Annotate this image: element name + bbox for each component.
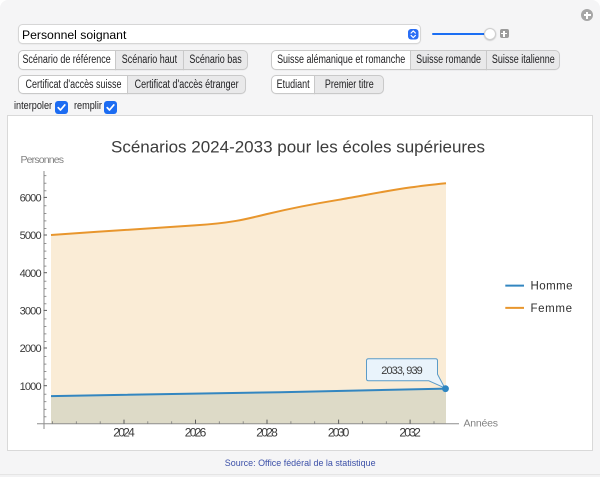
svg-text:5000: 5000 <box>20 230 42 242</box>
svg-text:2033, 939: 2033, 939 <box>381 365 423 377</box>
svg-text:4000: 4000 <box>20 268 42 280</box>
svg-text:2026: 2026 <box>185 426 207 440</box>
svg-text:6000: 6000 <box>20 192 42 204</box>
svg-text:Années: Années <box>464 418 499 430</box>
svg-text:2000: 2000 <box>20 343 42 355</box>
svg-text:2032: 2032 <box>399 426 421 440</box>
svg-text:2030: 2030 <box>328 426 350 440</box>
svg-text:2028: 2028 <box>256 426 278 440</box>
svg-text:2024: 2024 <box>113 426 135 440</box>
svg-text:Personnes: Personnes <box>21 154 65 166</box>
svg-text:Homme: Homme <box>531 281 573 293</box>
svg-text:3000: 3000 <box>20 305 42 317</box>
svg-text:1000: 1000 <box>20 381 42 393</box>
svg-text:Scénarios 2024-2033 pour les é: Scénarios 2024-2033 pour les écoles supé… <box>111 138 485 157</box>
svg-text:Femme: Femme <box>531 303 573 315</box>
